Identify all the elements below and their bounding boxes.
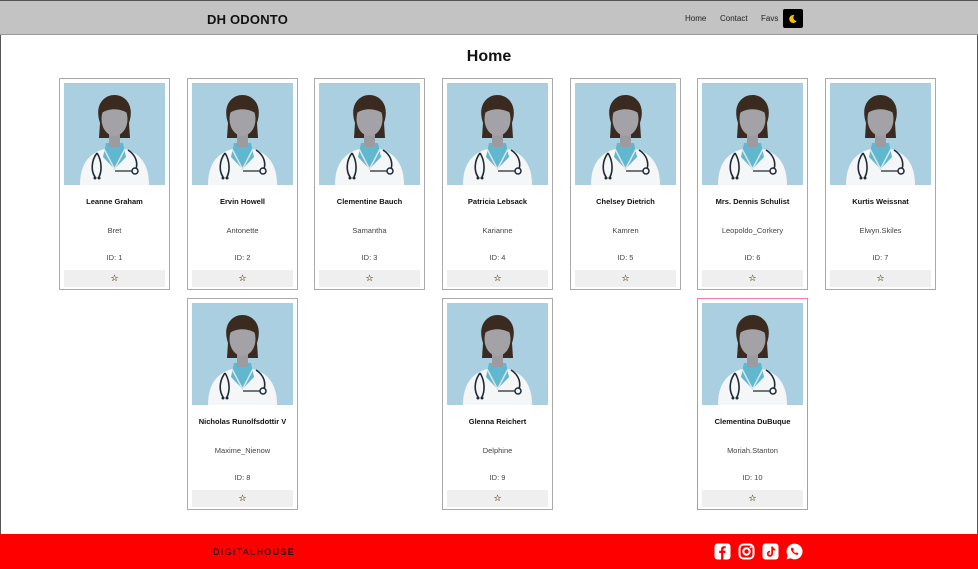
digital-house-logo: DIGITALHOUSE	[213, 547, 295, 557]
card-photo	[64, 83, 165, 185]
card-id: ID: 4	[489, 253, 506, 262]
doctor-avatar-image	[447, 303, 548, 405]
add-fav-button[interactable]: ☆	[702, 270, 803, 287]
star-icon: ☆	[876, 273, 885, 283]
add-fav-button[interactable]: ☆	[447, 490, 548, 507]
dentist-card[interactable]: Glenna Reichert Delphine ID: 9 ☆	[442, 298, 553, 510]
dentist-card[interactable]: Patricia Lebsack Karianne ID: 4 ☆	[442, 78, 553, 290]
star-icon: ☆	[365, 273, 374, 283]
card-username: Samantha	[352, 226, 387, 235]
brand-title: DH ODONTO	[207, 12, 289, 27]
card-username: Bret	[107, 226, 122, 235]
card-name: Nicholas Runolfsdottir V	[198, 417, 287, 426]
add-fav-button[interactable]: ☆	[447, 270, 548, 287]
card-photo	[192, 303, 293, 405]
dentist-card[interactable]: Chelsey Dietrich Kamren ID: 5 ☆	[570, 78, 681, 290]
dentist-card[interactable]: Clementina DuBuque Moriah.Stanton ID: 10…	[697, 298, 808, 510]
card-id: ID: 9	[489, 473, 506, 482]
star-icon: ☆	[110, 273, 119, 283]
card-id: ID: 5	[617, 253, 634, 262]
dentist-card[interactable]: Mrs. Dennis Schulist Leopoldo_Corkery ID…	[697, 78, 808, 290]
facebook-icon[interactable]	[714, 543, 731, 560]
nav-favs-link[interactable]: Favs	[761, 14, 778, 23]
doctor-avatar-image	[702, 303, 803, 405]
card-username: Elwyn.Skiles	[859, 226, 902, 235]
star-icon: ☆	[493, 493, 502, 503]
dentist-card[interactable]: Ervin Howell Antonette ID: 2 ☆	[187, 78, 298, 290]
add-fav-button[interactable]: ☆	[192, 270, 293, 287]
star-icon: ☆	[493, 273, 502, 283]
card-photo	[319, 83, 420, 185]
add-fav-button[interactable]: ☆	[319, 270, 420, 287]
star-icon: ☆	[748, 493, 757, 503]
card-username: Maxime_Nienow	[214, 446, 271, 455]
star-icon: ☆	[621, 273, 630, 283]
add-fav-button[interactable]: ☆	[702, 490, 803, 507]
card-photo	[702, 303, 803, 405]
card-photo	[447, 303, 548, 405]
card-id: ID: 6	[744, 253, 761, 262]
star-icon: ☆	[238, 273, 247, 283]
dentist-card[interactable]: Leanne Graham Bret ID: 1 ☆	[59, 78, 170, 290]
card-username: Delphine	[482, 446, 513, 455]
moon-icon	[789, 14, 797, 23]
card-id: ID: 2	[234, 253, 251, 262]
add-fav-button[interactable]: ☆	[192, 490, 293, 507]
footer: DIGITALHOUSE	[0, 534, 978, 569]
doctor-avatar-image	[64, 83, 165, 185]
navbar: DH ODONTO Home Contact Favs	[0, 0, 978, 35]
doctor-avatar-image	[447, 83, 548, 185]
theme-toggle-button[interactable]	[783, 9, 803, 28]
doctor-avatar-image	[192, 303, 293, 405]
add-fav-button[interactable]: ☆	[830, 270, 931, 287]
card-name: Chelsey Dietrich	[596, 197, 655, 206]
card-name: Patricia Lebsack	[467, 197, 528, 206]
card-name: Ervin Howell	[219, 197, 265, 206]
dentist-card[interactable]: Kurtis Weissnat Elwyn.Skiles ID: 7 ☆	[825, 78, 936, 290]
card-id: ID: 1	[106, 253, 123, 262]
dentist-card[interactable]: Nicholas Runolfsdottir V Maxime_Nienow I…	[187, 298, 298, 510]
card-username: Karianne	[482, 226, 513, 235]
instagram-icon[interactable]	[738, 543, 755, 560]
doctor-avatar-image	[830, 83, 931, 185]
card-username: Kamren	[612, 226, 639, 235]
nav-home-link[interactable]: Home	[685, 14, 706, 23]
card-id: ID: 3	[361, 253, 378, 262]
doctor-avatar-image	[319, 83, 420, 185]
dentist-card[interactable]: Clementine Bauch Samantha ID: 3 ☆	[314, 78, 425, 290]
doctor-avatar-image	[575, 83, 676, 185]
card-username: Leopoldo_Corkery	[721, 226, 784, 235]
card-id: ID: 8	[234, 473, 251, 482]
card-username: Moriah.Stanton	[727, 446, 778, 455]
doctor-avatar-image	[702, 83, 803, 185]
doctor-avatar-image	[192, 83, 293, 185]
tiktok-icon[interactable]	[762, 543, 779, 560]
add-fav-button[interactable]: ☆	[575, 270, 676, 287]
card-name: Clementine Bauch	[336, 197, 403, 206]
add-fav-button[interactable]: ☆	[64, 270, 165, 287]
card-photo	[575, 83, 676, 185]
page-title: Home	[466, 48, 512, 65]
card-name: Glenna Reichert	[468, 417, 527, 426]
card-name: Mrs. Dennis Schulist	[715, 197, 790, 206]
card-name: Kurtis Weissnat	[852, 197, 909, 206]
nav-contact-link[interactable]: Contact	[720, 14, 748, 23]
card-name: Leanne Graham	[86, 197, 143, 206]
card-photo	[192, 83, 293, 185]
star-icon: ☆	[748, 273, 757, 283]
card-photo	[702, 83, 803, 185]
card-photo	[447, 83, 548, 185]
card-id: ID: 7	[872, 253, 889, 262]
whatsapp-icon[interactable]	[786, 543, 803, 560]
card-id: ID: 10	[742, 473, 763, 482]
card-photo	[830, 83, 931, 185]
card-username: Antonette	[226, 226, 259, 235]
card-name: Clementina DuBuque	[714, 417, 791, 426]
star-icon: ☆	[238, 493, 247, 503]
